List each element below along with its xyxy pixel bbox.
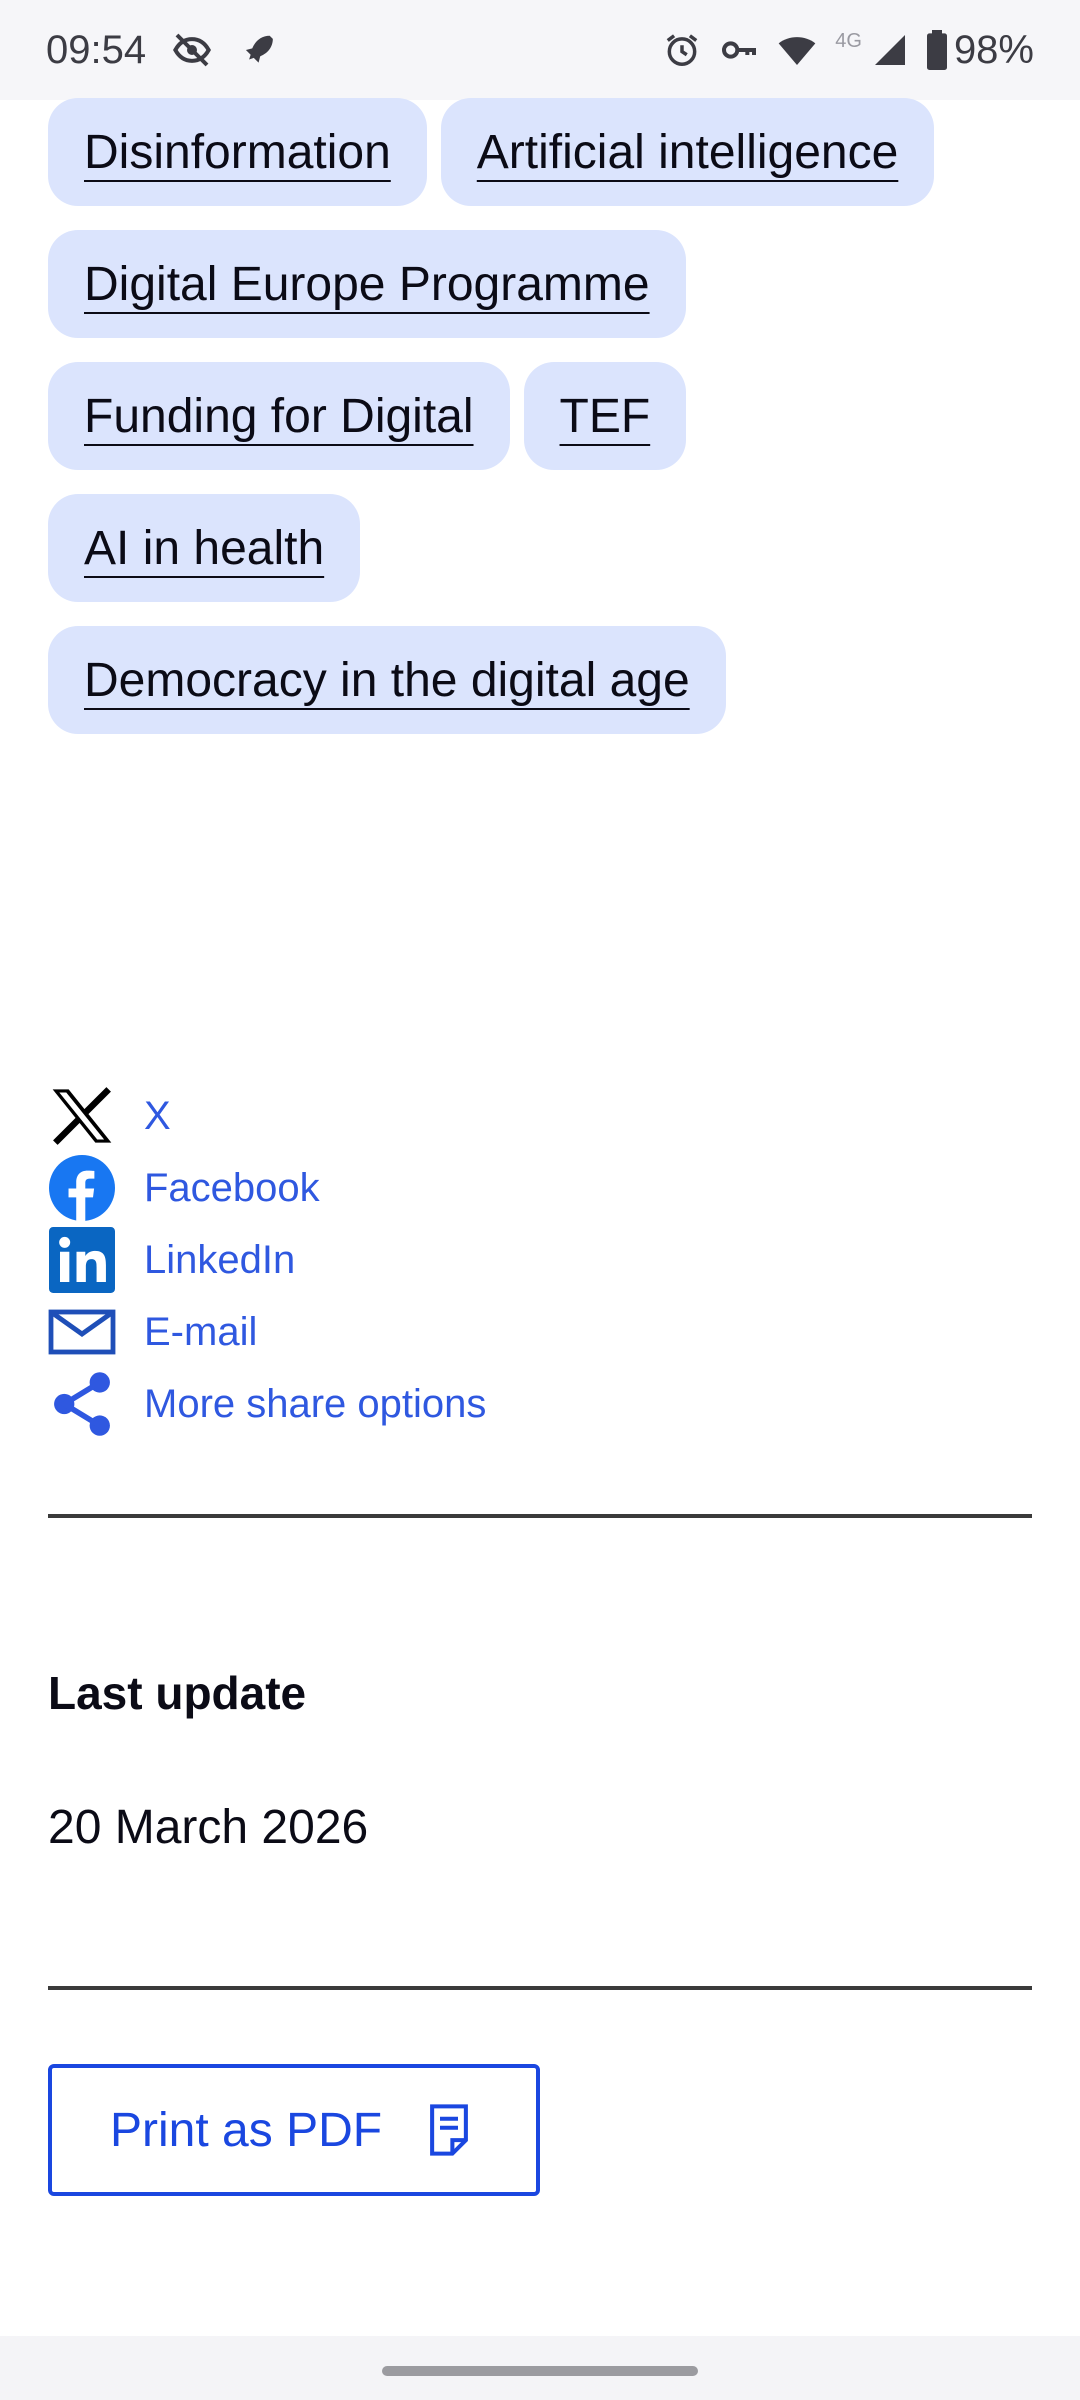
x-logo-icon [48, 1082, 116, 1150]
network-type: 4G [835, 29, 862, 52]
share-linkedin-label: LinkedIn [144, 1237, 296, 1282]
tag-row: Disinformation Artificial intelligence [48, 98, 1038, 206]
tag-row: Democracy in the digital age [48, 626, 1038, 734]
share-facebook-label: Facebook [144, 1165, 320, 1210]
last-update-date: 20 March 2026 [48, 1801, 369, 1854]
signal-icon [872, 32, 908, 68]
share-more-options-link[interactable]: More share options [48, 1368, 486, 1440]
share-icon [48, 1370, 116, 1438]
mail-icon [48, 1298, 116, 1366]
divider [48, 1986, 1032, 1990]
share-email-label: E-mail [144, 1309, 258, 1354]
document-icon [428, 2103, 470, 2157]
vpn-key-icon [719, 30, 759, 70]
battery-icon [926, 30, 948, 70]
share-list: X Facebook LinkedIn E-mail More share op… [48, 1080, 486, 1440]
facebook-icon [48, 1154, 116, 1222]
tag-democracy-in-the-digital-age[interactable]: Democracy in the digital age [48, 626, 726, 734]
share-linkedin-link[interactable]: LinkedIn [48, 1224, 486, 1296]
print-as-pdf-button[interactable]: Print as PDF [48, 2064, 540, 2196]
alarm-icon [663, 31, 701, 69]
tag-digital-europe-programme[interactable]: Digital Europe Programme [48, 230, 686, 338]
eye-off-icon [172, 30, 212, 70]
status-bar: 09:54 4G 98% [0, 0, 1080, 100]
share-x-label: X [144, 1093, 171, 1138]
tag-list: Disinformation Artificial intelligence D… [48, 98, 1038, 758]
rocket-icon [238, 31, 276, 69]
tag-ai-in-health[interactable]: AI in health [48, 494, 361, 602]
home-gesture-handle[interactable] [382, 2366, 698, 2376]
divider [48, 1514, 1032, 1518]
tag-row: Digital Europe Programme [48, 230, 1038, 338]
battery-level: 98% [953, 27, 1034, 72]
tag-row: Funding for Digital TEF [48, 362, 1038, 470]
print-as-pdf-label: Print as PDF [110, 2103, 383, 2157]
share-email-link[interactable]: E-mail [48, 1296, 486, 1368]
share-more-options-label: More share options [144, 1381, 487, 1426]
tag-artificial-intelligence[interactable]: Artificial intelligence [440, 98, 935, 206]
tag-funding-for-digital[interactable]: Funding for Digital [48, 362, 510, 470]
tag-disinformation[interactable]: Disinformation [48, 98, 427, 206]
tag-tef[interactable]: TEF [523, 362, 687, 470]
linkedin-icon [48, 1226, 116, 1294]
wifi-icon [777, 30, 817, 70]
status-time: 09:54 [46, 27, 147, 72]
share-x-link[interactable]: X [48, 1080, 486, 1152]
tag-row: AI in health [48, 494, 1038, 602]
share-facebook-link[interactable]: Facebook [48, 1152, 486, 1224]
last-update-heading: Last update [48, 1667, 307, 1719]
